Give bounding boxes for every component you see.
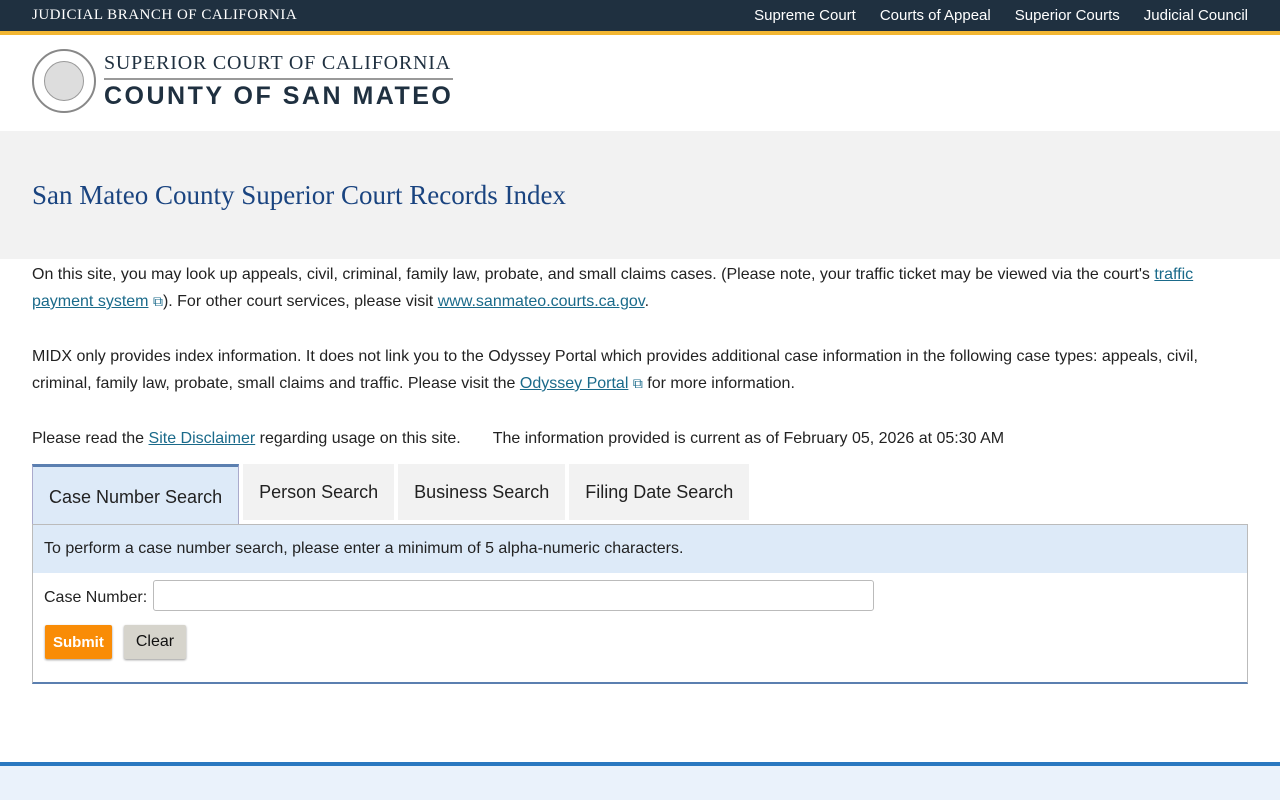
case-number-input[interactable] — [153, 579, 875, 611]
nav-supreme-court[interactable]: Supreme Court — [754, 7, 856, 24]
text: for more information. — [642, 375, 795, 392]
top-bar: JUDICIAL BRANCH OF CALIFORNIA Supreme Co… — [0, 0, 1280, 35]
judicial-branch-brand[interactable]: JUDICIAL BRANCH OF CALIFORNIA — [32, 7, 297, 24]
text: On this site, you may look up appeals, c… — [32, 266, 1155, 283]
text: ). For other court services, please visi… — [162, 293, 438, 310]
tab-business-search[interactable]: Business Search — [398, 464, 566, 520]
text: . — [644, 293, 650, 310]
search-tabs: Case Number Search Person Search Busines… — [32, 464, 1248, 524]
nav-superior-courts[interactable]: Superior Courts — [1015, 7, 1120, 24]
text: regarding usage on this site. — [255, 430, 461, 447]
intro-paragraph-2: MIDX only provides index information. It… — [32, 343, 1248, 397]
external-link-icon: ⧉ — [632, 375, 643, 391]
case-number-search-panel: To perform a case number search, please … — [32, 524, 1248, 684]
footer — [0, 762, 1280, 800]
nav-judicial-council[interactable]: Judicial Council — [1144, 7, 1248, 24]
tab-filing-date-search[interactable]: Filing Date Search — [569, 464, 750, 520]
intro-paragraph-1: On this site, you may look up appeals, c… — [32, 261, 1248, 315]
case-number-label: Case Number: — [44, 589, 148, 606]
court-seal-icon — [32, 49, 96, 113]
court-website-link[interactable]: www.sanmateo.courts.ca.gov — [438, 293, 645, 310]
search-hint: To perform a case number search, please … — [33, 525, 1247, 573]
intro-paragraph-3: Please read the Site Disclaimer regardin… — [32, 425, 1248, 452]
top-nav: Supreme Court Courts of Appeal Superior … — [754, 7, 1248, 24]
court-logo[interactable]: SUPERIOR COURT OF CALIFORNIA COUNTY OF S… — [0, 35, 1280, 127]
submit-button[interactable]: Submit — [45, 625, 112, 659]
external-link-icon: ⧉ — [152, 293, 163, 309]
clear-button[interactable]: Clear — [123, 625, 187, 659]
title-banner: San Mateo County Superior Court Records … — [0, 131, 1280, 259]
logo-line-1: SUPERIOR COURT OF CALIFORNIA — [104, 52, 454, 80]
site-disclaimer-link[interactable]: Site Disclaimer — [149, 430, 256, 447]
page-title: San Mateo County Superior Court Records … — [32, 179, 566, 210]
nav-courts-of-appeal[interactable]: Courts of Appeal — [880, 7, 991, 24]
tab-case-number-search[interactable]: Case Number Search — [32, 464, 240, 524]
current-as-of: The information provided is current as o… — [492, 430, 1005, 447]
tab-person-search[interactable]: Person Search — [243, 464, 395, 520]
text: Please read the — [32, 430, 149, 447]
odyssey-portal-link[interactable]: Odyssey Portal — [520, 375, 628, 392]
logo-line-2: COUNTY OF SAN MATEO — [104, 81, 454, 110]
